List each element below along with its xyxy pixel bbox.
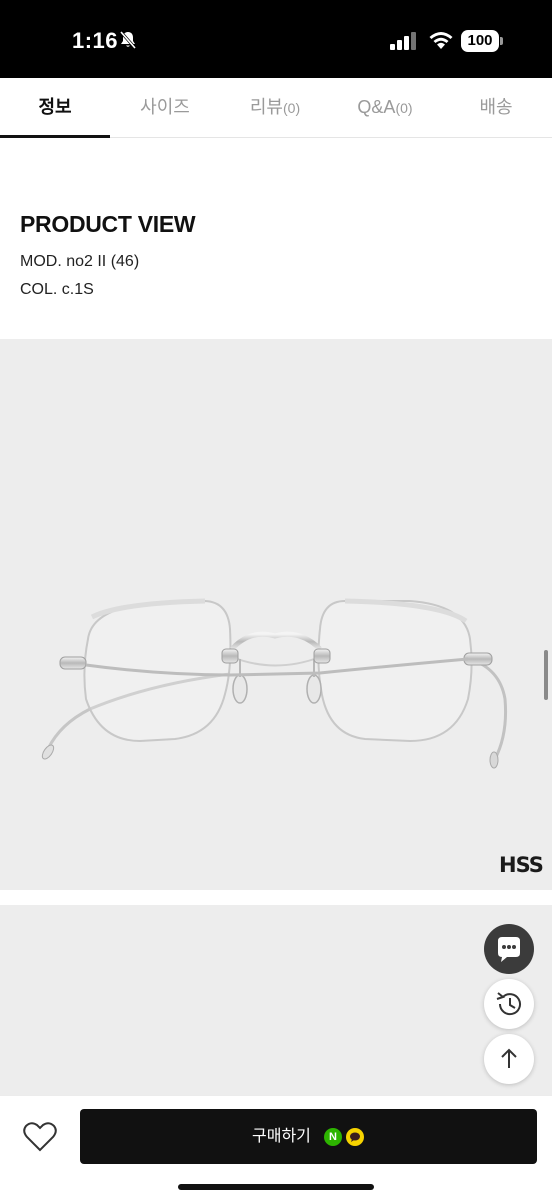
signal-icon	[390, 32, 416, 50]
product-view-title: PRODUCT VIEW	[20, 211, 196, 237]
naver-pay-icon: N	[324, 1128, 342, 1146]
tab-count: (0)	[283, 100, 301, 116]
tab-label: 배송	[479, 97, 513, 117]
status-time: 1:16	[72, 28, 119, 53]
bottom-bar: 구매하기 N	[0, 1095, 552, 1200]
product-image-2	[0, 905, 552, 1095]
tab-size[interactable]: 사이즈	[110, 78, 220, 138]
active-tab-indicator	[0, 135, 110, 138]
buy-button[interactable]: 구매하기 N	[80, 1109, 537, 1164]
tab-label: 사이즈	[140, 97, 190, 117]
glasses-image	[41, 598, 507, 769]
brand-logo: HSS	[499, 853, 544, 877]
scroll-to-top-button[interactable]	[484, 1034, 534, 1084]
tab-label: Q&A	[357, 97, 396, 117]
history-icon	[496, 992, 521, 1016]
tab-label: 정보	[38, 97, 72, 117]
product-image: HSS	[0, 339, 552, 890]
tab-info[interactable]: 정보	[0, 78, 110, 138]
tab-count: (0)	[395, 100, 413, 116]
battery-level: 100	[461, 30, 499, 52]
wifi-icon	[429, 32, 453, 49]
tab-qna[interactable]: Q&A(0)	[330, 78, 440, 138]
recent-history-button[interactable]	[484, 979, 534, 1029]
battery-icon: 100	[461, 30, 503, 52]
chat-button[interactable]	[484, 924, 534, 974]
product-color: COL. c.1S	[20, 281, 94, 298]
tab-reviews[interactable]: 리뷰(0)	[220, 78, 330, 138]
arrow-up-icon	[501, 1048, 517, 1068]
scrollbar[interactable]	[544, 650, 548, 700]
tab-shipping[interactable]: 배송	[440, 78, 552, 138]
tab-bar: 정보 사이즈 리뷰(0) Q&A(0) 배송	[0, 78, 552, 138]
status-bar: 1:16 100	[0, 0, 552, 78]
wishlist-heart-button[interactable]	[20, 1118, 60, 1154]
home-indicator	[178, 1184, 374, 1190]
buy-button-label: 구매하기	[252, 1128, 311, 1145]
bell-slash-icon	[119, 31, 137, 49]
kakao-talk-icon	[346, 1128, 364, 1146]
chat-icon	[498, 937, 520, 962]
product-model: MOD. no2 II (46)	[20, 253, 140, 270]
tab-label: 리뷰	[249, 97, 283, 117]
